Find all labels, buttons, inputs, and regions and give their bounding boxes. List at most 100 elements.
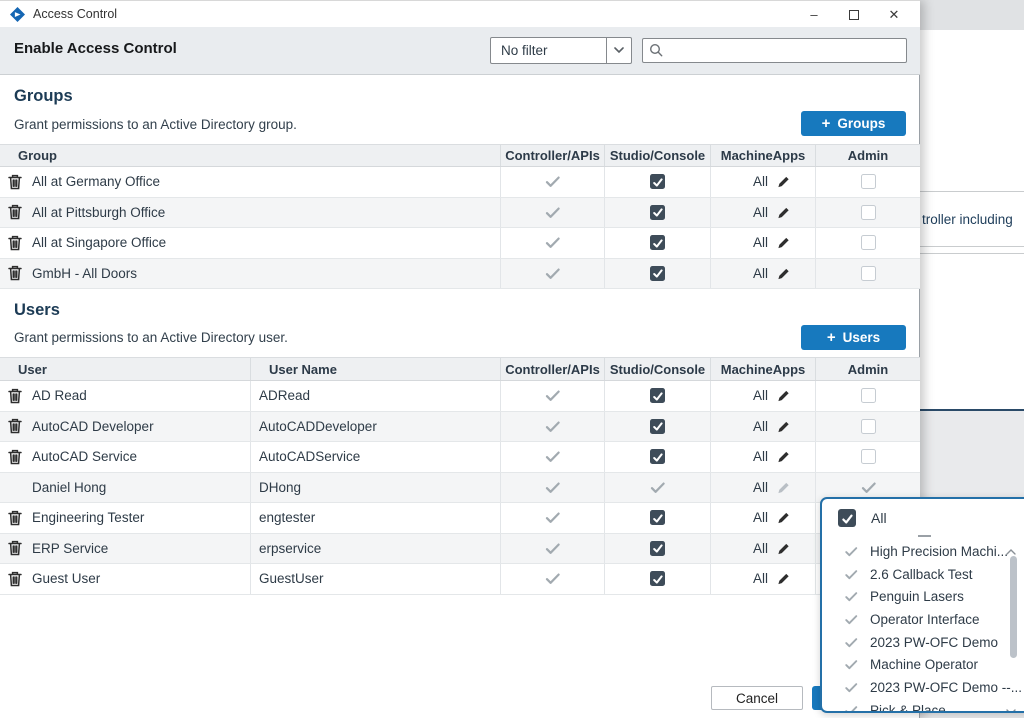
popup-item[interactable]: 2023 PW-OFC Demo <box>822 631 1024 654</box>
column-header-admin[interactable]: Admin <box>815 358 920 380</box>
dialog-header: Enable Access Control No filter <box>0 27 920 75</box>
edit-icon[interactable] <box>777 266 791 281</box>
group-name: All at Germany Office <box>32 174 160 189</box>
minimize-button[interactable]: – <box>794 1 834 28</box>
delete-icon[interactable] <box>8 235 22 251</box>
popup-item[interactable]: Pick & Place <box>822 699 1024 713</box>
column-header-studio-console[interactable]: Studio/Console <box>604 358 710 380</box>
edit-icon[interactable] <box>777 235 791 250</box>
studio-console-checkbox[interactable] <box>650 449 665 464</box>
popup-item[interactable]: High Precision Machi... <box>822 540 1024 563</box>
add-groups-label: Groups <box>837 116 885 131</box>
group-name: All at Pittsburgh Office <box>32 205 165 220</box>
users-table: User User Name Controller/APIs Studio/Co… <box>0 357 920 595</box>
add-users-button[interactable]: + Users <box>801 325 906 350</box>
machineapps-value: All <box>753 174 768 189</box>
popup-all-row[interactable]: All <box>822 499 1024 527</box>
admin-checkbox[interactable] <box>861 174 876 189</box>
column-header-group[interactable]: Group <box>0 145 500 166</box>
granted-check-icon <box>545 205 560 220</box>
admin-checkbox[interactable] <box>861 449 876 464</box>
machineapps-value: All <box>753 571 768 586</box>
filter-dropdown[interactable]: No filter <box>490 37 632 64</box>
delete-icon[interactable] <box>8 449 22 465</box>
scroll-down-icon[interactable] <box>1006 702 1016 713</box>
popup-item-label: 2023 PW-OFC Demo <box>870 635 998 650</box>
delete-icon[interactable] <box>8 174 22 190</box>
popup-item[interactable]: Machine Operator <box>822 653 1024 676</box>
granted-check-icon <box>545 235 560 250</box>
studio-console-checkbox[interactable] <box>650 419 665 434</box>
column-header-admin[interactable]: Admin <box>815 145 920 166</box>
edit-icon-active[interactable] <box>777 510 791 525</box>
admin-checkbox[interactable] <box>861 205 876 220</box>
edit-icon[interactable] <box>777 541 791 556</box>
admin-checkbox[interactable] <box>861 266 876 281</box>
delete-icon[interactable] <box>8 418 22 434</box>
column-header-controller-apis[interactable]: Controller/APIs <box>500 145 604 166</box>
granted-check-icon <box>545 480 560 495</box>
studio-console-checkbox[interactable] <box>650 174 665 189</box>
user-name: DHong <box>259 480 301 495</box>
maximize-button[interactable] <box>834 1 874 28</box>
popup-item[interactable]: 2023 PW-OFC Demo --... <box>822 676 1024 699</box>
popup-item[interactable]: Operator Interface <box>822 608 1024 631</box>
group-row: All at Pittsburgh Office All <box>0 198 920 229</box>
scrollbar-thumb[interactable] <box>1010 556 1017 658</box>
column-header-machineapps[interactable]: MachineApps <box>710 145 815 166</box>
add-users-label: Users <box>843 330 881 345</box>
column-header-machineapps[interactable]: MachineApps <box>710 358 815 380</box>
studio-console-checkbox[interactable] <box>650 541 665 556</box>
background-panel <box>920 253 1024 411</box>
cancel-button[interactable]: Cancel <box>711 686 803 710</box>
chevron-down-icon[interactable] <box>606 38 631 63</box>
user-display-name: AutoCAD Service <box>32 449 137 464</box>
admin-checkbox[interactable] <box>861 419 876 434</box>
studio-console-checkbox[interactable] <box>650 510 665 525</box>
studio-console-checkbox[interactable] <box>650 235 665 250</box>
all-checkbox[interactable] <box>838 509 856 527</box>
add-groups-button[interactable]: + Groups <box>801 111 906 136</box>
granted-check-icon <box>545 449 560 464</box>
close-button[interactable]: ✕ <box>874 1 914 28</box>
studio-console-checkbox[interactable] <box>650 266 665 281</box>
delete-icon[interactable] <box>8 571 22 587</box>
delete-icon[interactable] <box>8 265 22 281</box>
admin-checkbox[interactable] <box>861 235 876 250</box>
machineapps-value: All <box>753 510 768 525</box>
granted-check-icon <box>844 590 858 603</box>
studio-console-checkbox[interactable] <box>650 388 665 403</box>
popup-item[interactable]: 2.6 Callback Test <box>822 563 1024 586</box>
granted-check-icon <box>545 419 560 434</box>
window-controls: – ✕ <box>794 1 914 28</box>
delete-icon[interactable] <box>8 510 22 526</box>
column-header-studio-console[interactable]: Studio/Console <box>604 145 710 166</box>
admin-checkbox[interactable] <box>861 388 876 403</box>
user-row: AutoCAD Developer AutoCADDeveloper All <box>0 412 920 443</box>
edit-icon[interactable] <box>777 205 791 220</box>
edit-icon[interactable] <box>777 571 791 586</box>
column-header-user-name[interactable]: User Name <box>250 358 500 380</box>
popup-item-label: Operator Interface <box>870 612 980 627</box>
popup-item-label: Pick & Place <box>870 703 946 713</box>
search-input[interactable] <box>642 38 907 63</box>
machineapps-value: All <box>753 541 768 556</box>
delete-icon[interactable] <box>8 388 22 404</box>
edit-icon[interactable] <box>777 419 791 434</box>
edit-icon[interactable] <box>777 174 791 189</box>
studio-console-checkbox[interactable] <box>650 205 665 220</box>
granted-check-icon <box>844 545 858 558</box>
column-header-user[interactable]: User <box>0 358 250 380</box>
edit-icon[interactable] <box>777 388 791 403</box>
user-display-name: ERP Service <box>32 541 108 556</box>
studio-console-checkbox[interactable] <box>650 571 665 586</box>
title-bar: Access Control – ✕ <box>0 0 920 27</box>
edit-icon[interactable] <box>777 449 791 464</box>
user-row: Engineering Tester engtester All <box>0 503 920 534</box>
granted-check-icon <box>545 266 560 281</box>
delete-icon[interactable] <box>8 540 22 556</box>
popup-item[interactable]: Penguin Lasers <box>822 585 1024 608</box>
delete-icon[interactable] <box>8 204 22 220</box>
column-header-controller-apis[interactable]: Controller/APIs <box>500 358 604 380</box>
popup-item-label: High Precision Machi... <box>870 544 1008 559</box>
